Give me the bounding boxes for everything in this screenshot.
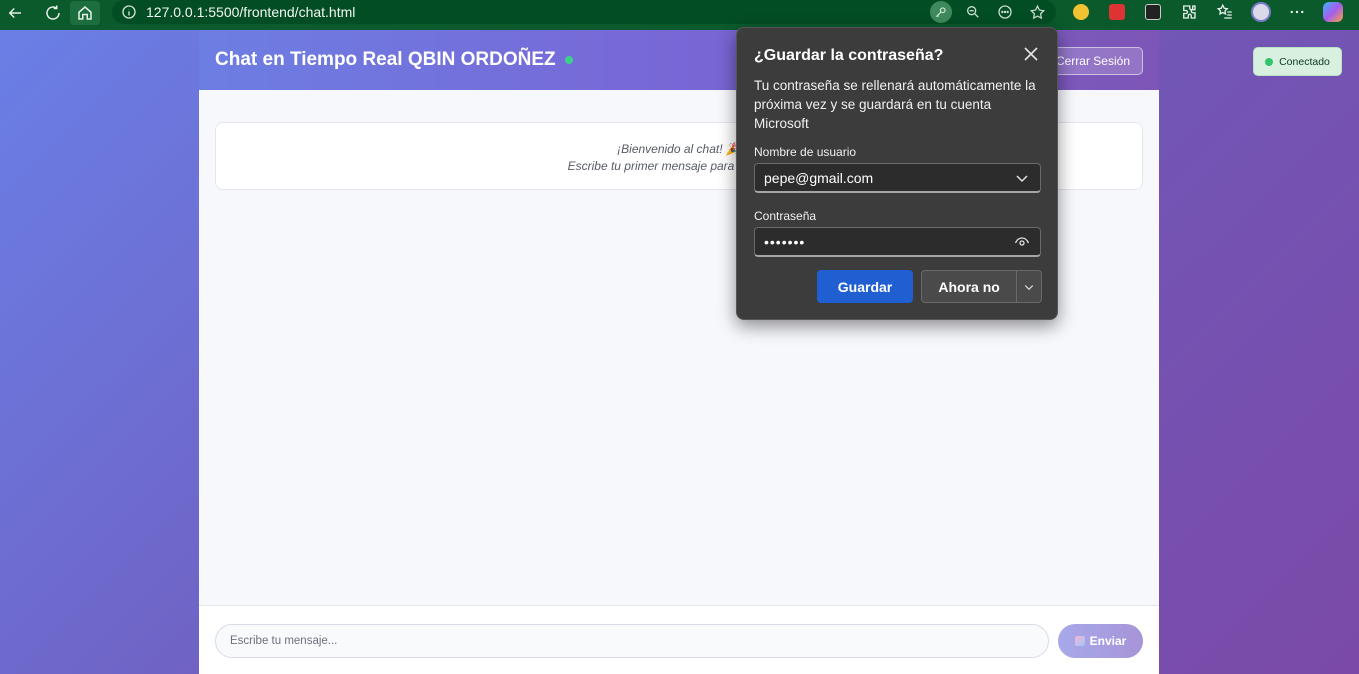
page-title: Chat en Tiempo Real QBIN ORDOÑEZ [215, 49, 556, 70]
reload-button[interactable] [38, 0, 68, 26]
reload-icon [46, 5, 60, 20]
zoom-out-icon[interactable] [962, 1, 984, 23]
more-circle-icon[interactable] [994, 1, 1016, 23]
username-value: pepe@gmail.com [764, 169, 874, 186]
close-icon[interactable] [1023, 46, 1039, 62]
address-bar-actions [930, 0, 1048, 24]
extension-2-icon[interactable] [1104, 0, 1130, 24]
chevron-down-icon[interactable] [1017, 281, 1041, 293]
password-field[interactable]: ••••••• [754, 227, 1041, 257]
chevron-down-icon[interactable] [1014, 170, 1030, 186]
address-bar[interactable]: 127.0.0.1:5500/frontend/chat.html [112, 0, 1056, 24]
eye-icon[interactable] [1014, 234, 1030, 250]
back-button[interactable] [0, 0, 30, 26]
dialog-description: Tu contraseña se rellenará automáticamen… [754, 78, 1036, 131]
home-button[interactable] [70, 1, 100, 25]
favorite-star-icon[interactable] [1026, 1, 1048, 23]
save-password-dialog: ¿Guardar la contraseña? Tu contraseña se… [736, 27, 1058, 320]
extension-3-icon[interactable] [1140, 0, 1166, 24]
extension-1-icon[interactable] [1068, 0, 1094, 24]
arrow-left-icon [8, 7, 21, 19]
send-label: Enviar [1089, 634, 1127, 648]
send-button[interactable]: Enviar [1058, 624, 1143, 658]
home-icon [78, 6, 92, 20]
puzzle-icon[interactable] [1176, 0, 1202, 24]
status-text: Conectado [1279, 55, 1330, 68]
url-text[interactable]: 127.0.0.1:5500/frontend/chat.html [146, 4, 355, 20]
not-now-label: Ahora no [938, 278, 1000, 295]
save-password-button[interactable]: Guardar [817, 270, 913, 303]
password-key-icon[interactable] [930, 1, 952, 23]
browser-toolbar: 127.0.0.1:5500/frontend/chat.html [0, 0, 1359, 26]
username-field[interactable]: pepe@gmail.com [754, 163, 1041, 193]
copilot-icon[interactable] [1320, 0, 1346, 24]
not-now-button[interactable]: Ahora no [921, 270, 1042, 303]
favorites-list-icon[interactable] [1212, 0, 1238, 24]
more-menu-icon[interactable] [1284, 0, 1310, 24]
profile-avatar[interactable] [1248, 0, 1274, 24]
input-area: Enviar [199, 605, 1159, 674]
dialog-title: ¿Guardar la contraseña? [754, 47, 944, 64]
status-badge: Conectado [1253, 47, 1342, 76]
status-dot-icon [1265, 57, 1274, 66]
page-background: Conectado Chat en Tiempo Real QBIN ORDOÑ… [0, 30, 1359, 674]
send-icon [1074, 636, 1085, 646]
info-icon[interactable] [120, 3, 138, 21]
online-indicator-icon [564, 56, 573, 64]
password-value: ••••••• [764, 233, 806, 250]
username-label: Nombre de usuario [754, 145, 857, 159]
password-label: Contraseña [754, 209, 817, 223]
extensions-row [1068, 0, 1346, 24]
message-input[interactable] [215, 624, 1049, 658]
